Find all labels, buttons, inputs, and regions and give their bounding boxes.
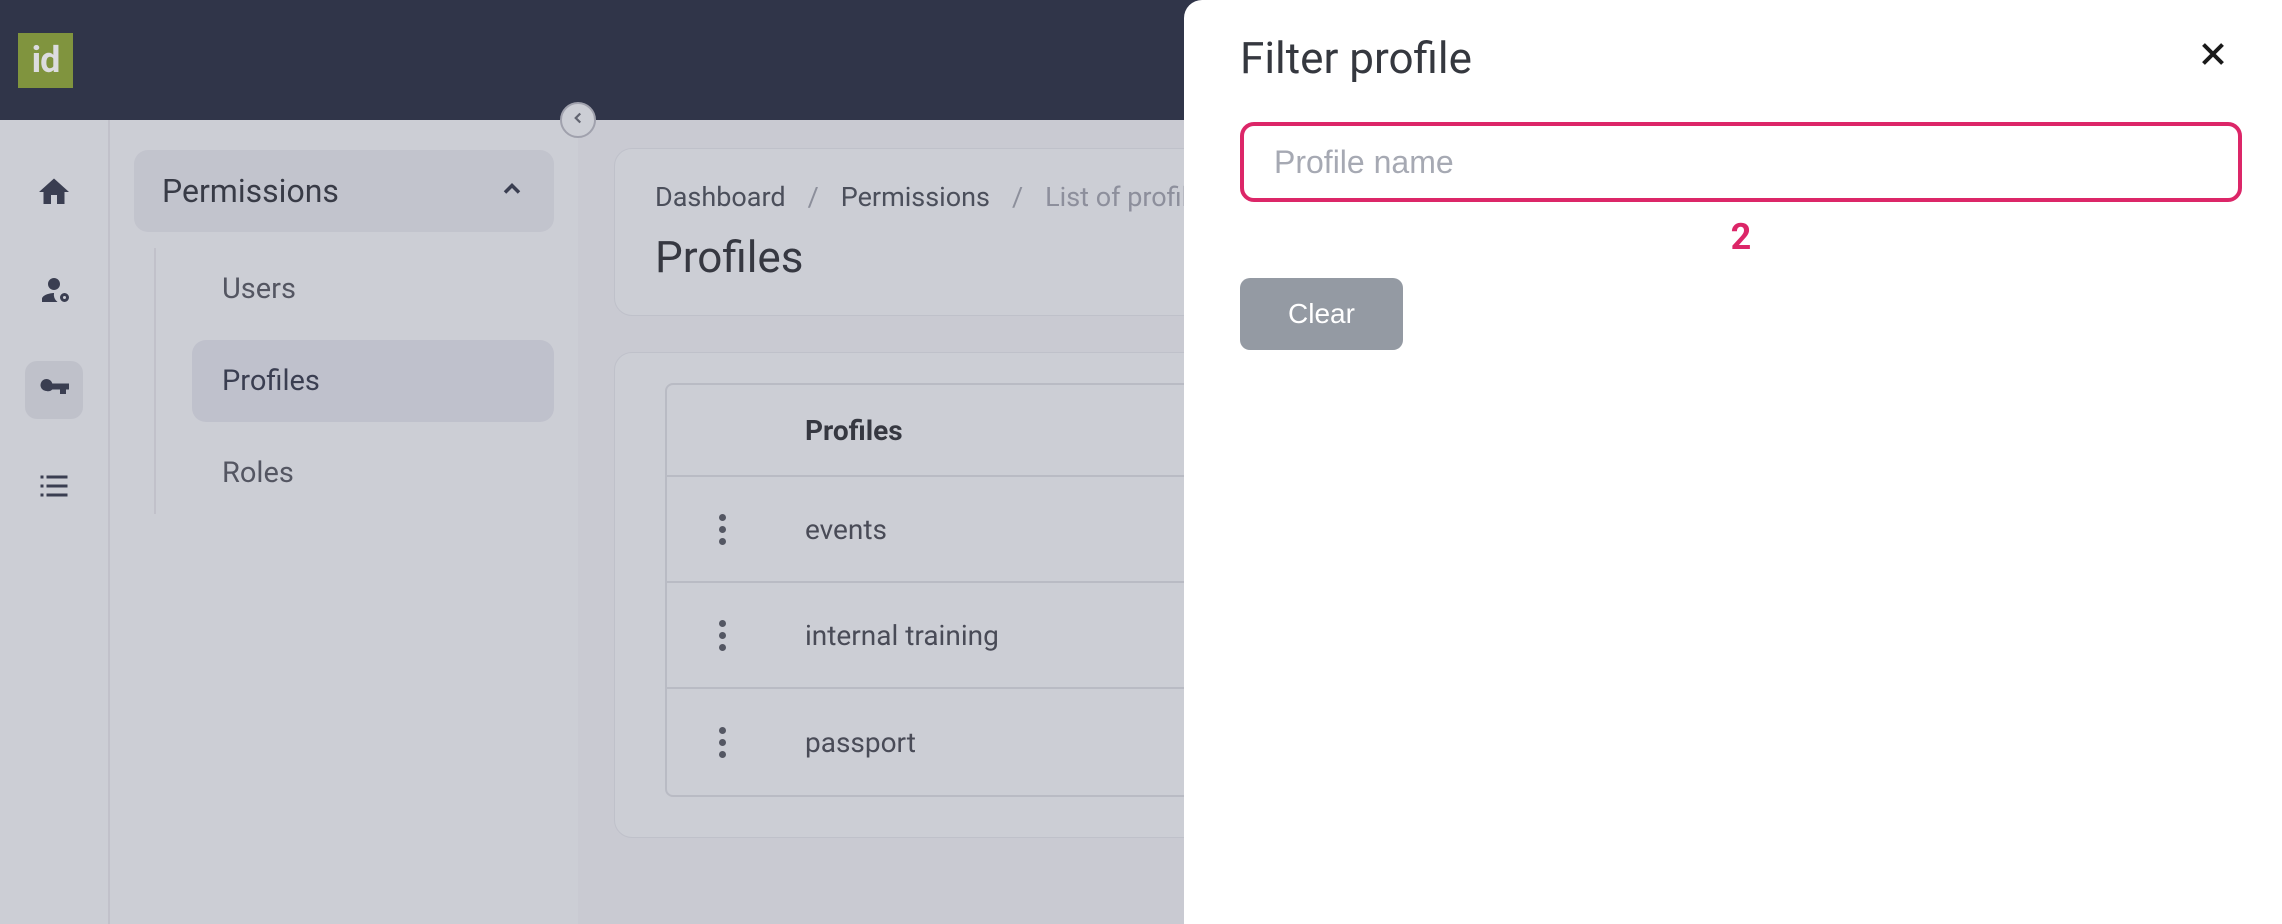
filter-panel-header: Filter profile [1240, 28, 2242, 88]
close-icon[interactable] [2184, 28, 2242, 88]
annotation-marker: 2 [1240, 216, 2242, 258]
filter-panel: Filter profile 2 Clear [1184, 0, 2282, 924]
clear-button[interactable]: Clear [1240, 278, 1403, 350]
modal-scrim[interactable] [0, 0, 1220, 924]
profile-name-input[interactable] [1240, 122, 2242, 202]
filter-panel-title: Filter profile [1240, 32, 1472, 84]
